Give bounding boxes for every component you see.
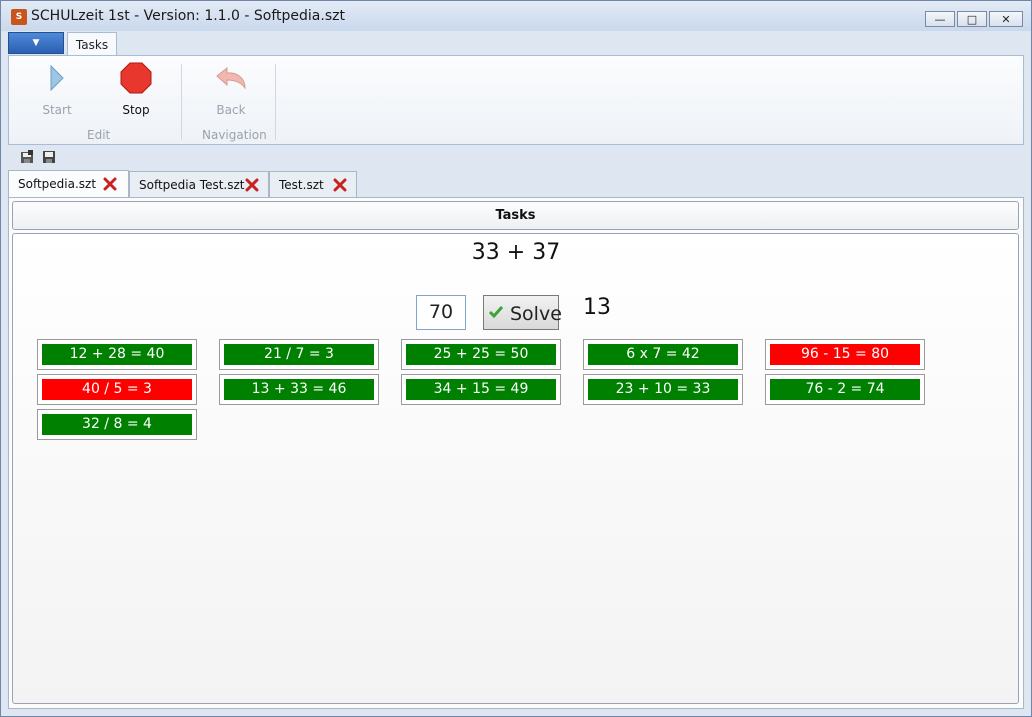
- result-item: 76 - 2 = 74: [765, 374, 925, 405]
- tasks-header-button[interactable]: Tasks: [12, 201, 1019, 230]
- result-correct: 25 + 25 = 50: [406, 344, 556, 365]
- back-arrow-icon: [216, 66, 246, 90]
- doc-tab-softpedia-test[interactable]: Softpedia Test.szt: [129, 171, 269, 198]
- ribbon-panel: Start Stop Edit Back Navigation: [8, 55, 1024, 145]
- save-icon[interactable]: [42, 150, 56, 164]
- doc-tab-test[interactable]: Test.szt: [269, 171, 357, 198]
- window-title: SCHULzeit 1st - Version: 1.1.0 - Softped…: [31, 8, 345, 24]
- app-icon: S: [11, 9, 27, 25]
- result-correct: 12 + 28 = 40: [42, 344, 192, 365]
- save-as-icon[interactable]: [20, 150, 34, 164]
- stop-icon: [120, 62, 152, 94]
- close-button[interactable]: ✕: [989, 11, 1023, 27]
- play-icon: [50, 64, 64, 92]
- start-button[interactable]: Start: [27, 62, 87, 122]
- close-tab-icon[interactable]: [245, 178, 259, 192]
- current-question: 33 + 37: [471, 240, 561, 265]
- stop-button[interactable]: Stop: [106, 62, 166, 122]
- back-button[interactable]: Back: [201, 62, 261, 122]
- close-tab-icon[interactable]: [103, 177, 117, 191]
- result-correct: 76 - 2 = 74: [770, 379, 920, 400]
- answer-input[interactable]: 70: [416, 295, 466, 330]
- checkmark-icon: [489, 306, 503, 319]
- result-correct: 34 + 15 = 49: [406, 379, 556, 400]
- result-item: 32 / 8 = 4: [37, 409, 197, 440]
- result-item: 25 + 25 = 50: [401, 339, 561, 370]
- result-item: 23 + 10 = 33: [583, 374, 743, 405]
- result-correct: 13 + 33 = 46: [224, 379, 374, 400]
- doc-tab-label: Softpedia Test.szt: [139, 178, 245, 192]
- maximize-button[interactable]: □: [957, 11, 987, 27]
- result-item: 13 + 33 = 46: [219, 374, 379, 405]
- group-label-edit: Edit: [87, 128, 111, 142]
- start-label: Start: [42, 103, 72, 117]
- result-correct: 23 + 10 = 33: [588, 379, 738, 400]
- close-tab-icon[interactable]: [333, 178, 347, 192]
- doc-tab-softpedia[interactable]: Softpedia.szt: [8, 170, 129, 198]
- result-wrong: 96 - 15 = 80: [770, 344, 920, 365]
- solve-label: Solve: [510, 303, 562, 325]
- back-label: Back: [216, 103, 246, 117]
- result-item: 12 + 28 = 40: [37, 339, 197, 370]
- result-item: 21 / 7 = 3: [219, 339, 379, 370]
- task-counter: 13: [583, 295, 611, 320]
- minimize-button[interactable]: —: [925, 11, 955, 27]
- result-correct: 21 / 7 = 3: [224, 344, 374, 365]
- group-separator: [181, 64, 182, 140]
- result-correct: 6 x 7 = 42: [588, 344, 738, 365]
- result-item: 6 x 7 = 42: [583, 339, 743, 370]
- title-bar[interactable]: S SCHULzeit 1st - Version: 1.1.0 - Softp…: [1, 1, 1031, 31]
- result-correct: 32 / 8 = 4: [42, 414, 192, 435]
- group-separator: [275, 64, 276, 140]
- solve-button[interactable]: Solve: [483, 295, 562, 330]
- application-menu-button[interactable]: ▼: [8, 32, 64, 54]
- result-item: 40 / 5 = 3: [37, 374, 197, 405]
- result-item: 96 - 15 = 80: [765, 339, 925, 370]
- stop-label: Stop: [122, 103, 150, 117]
- doc-tab-label: Test.szt: [279, 178, 324, 192]
- ribbon-tab-tasks[interactable]: Tasks: [67, 32, 117, 56]
- result-wrong: 40 / 5 = 3: [42, 379, 192, 400]
- doc-tab-label: Softpedia.szt: [18, 177, 97, 191]
- group-label-navigation: Navigation: [202, 128, 267, 142]
- result-item: 34 + 15 = 49: [401, 374, 561, 405]
